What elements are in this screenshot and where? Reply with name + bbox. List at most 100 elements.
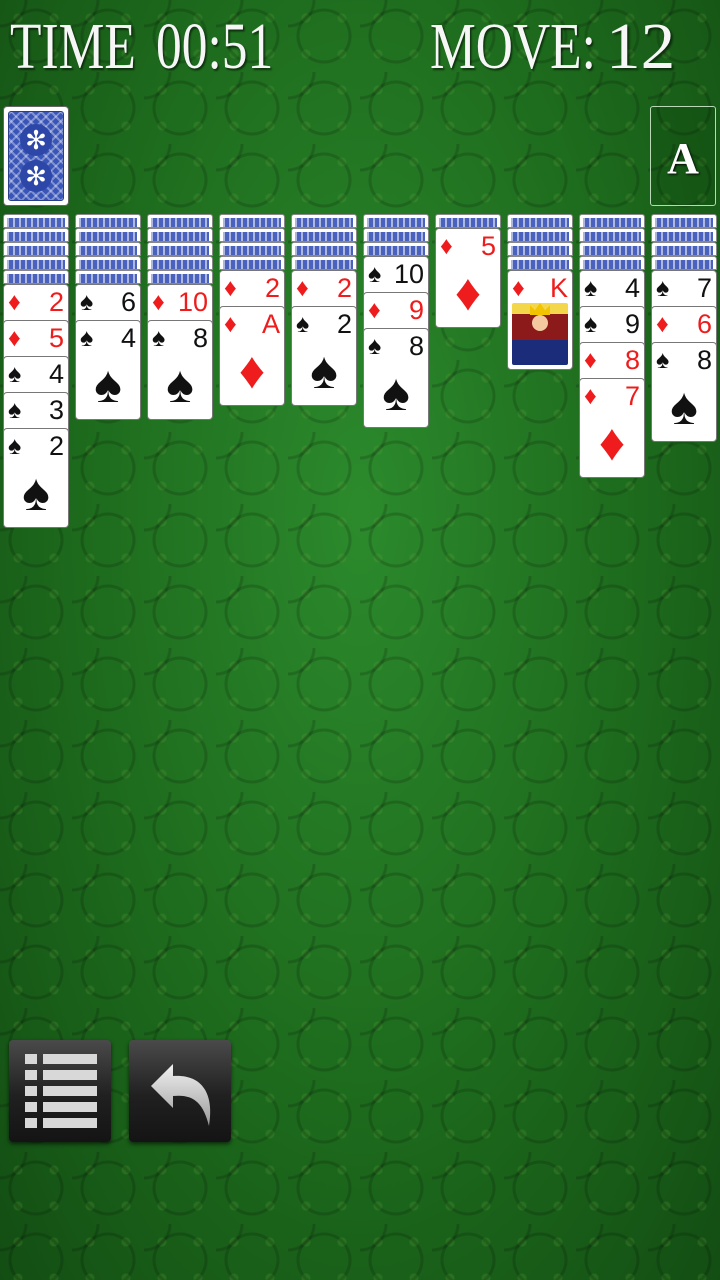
face-down-card xyxy=(291,228,357,242)
move-count: 12 xyxy=(606,10,676,83)
face-down-card xyxy=(579,214,645,228)
face-down-card xyxy=(363,214,429,228)
diamond-icon: ♦ xyxy=(8,288,21,316)
face-down-card xyxy=(363,228,429,242)
spade-large-icon: ♠ xyxy=(382,364,410,422)
diamond-icon: ♦ xyxy=(368,296,381,324)
face-down-card xyxy=(291,214,357,228)
spade-icon: ♠ xyxy=(8,360,22,388)
tableau-column[interactable]: ♠ 10 ♦ 9 ♠ 8 ♠ xyxy=(363,214,429,554)
time-value: 00:51 xyxy=(156,10,274,83)
card-rank: 10 xyxy=(177,287,208,317)
card-rank: 7 xyxy=(696,273,712,303)
playing-card[interactable]: ♠ 8 ♠ xyxy=(147,320,213,420)
playing-card[interactable]: ♦ K xyxy=(507,270,573,370)
face-down-card xyxy=(75,214,141,228)
card-rank: 4 xyxy=(624,273,640,303)
menu-button[interactable] xyxy=(9,1040,111,1142)
spade-icon: ♠ xyxy=(656,346,670,374)
card-rank: 2 xyxy=(336,273,352,303)
face-down-card xyxy=(579,228,645,242)
face-down-card xyxy=(219,242,285,256)
card-rank: 6 xyxy=(120,287,136,317)
face-down-card xyxy=(75,228,141,242)
spade-icon: ♠ xyxy=(656,274,670,302)
face-down-card xyxy=(435,214,501,228)
face-down-card xyxy=(651,242,717,256)
foundation-label: A xyxy=(667,134,699,183)
card-rank: 2 xyxy=(48,287,64,317)
face-down-card xyxy=(507,214,573,228)
card-back[interactable]: ✻ ✻ xyxy=(3,106,69,206)
spade-icon: ♠ xyxy=(80,324,94,352)
playing-card[interactable]: ♠ 2 ♠ xyxy=(3,428,69,528)
card-rank: 4 xyxy=(120,323,136,353)
diamond-icon: ♦ xyxy=(152,288,165,316)
tableau-column[interactable]: ♠ 4 ♠ 9 ♦ 8 ♦ 7 ♦ xyxy=(579,214,645,554)
face-down-card xyxy=(147,256,213,270)
card-rank: A xyxy=(261,309,280,339)
face-down-card xyxy=(219,214,285,228)
spade-icon: ♠ xyxy=(368,260,382,288)
spade-icon: ♠ xyxy=(8,396,22,424)
playing-card[interactable]: ♠ 8 ♠ xyxy=(363,328,429,428)
list-menu-icon xyxy=(25,1054,97,1128)
spade-large-icon: ♠ xyxy=(670,378,698,436)
face-down-card xyxy=(651,228,717,242)
face-down-card xyxy=(651,256,717,270)
tableau-column[interactable]: ♦ K xyxy=(507,214,573,554)
diamond-icon: ♦ xyxy=(8,324,21,352)
card-rank: 9 xyxy=(408,295,424,325)
king-portrait xyxy=(512,303,568,365)
face-down-card xyxy=(3,242,69,256)
foundation-slot: A xyxy=(650,106,716,206)
tableau-column[interactable]: ♠ 6 ♠ 4 ♠ xyxy=(75,214,141,554)
spade-icon: ♠ xyxy=(8,432,22,460)
card-rank: K xyxy=(549,273,568,303)
tableau-column[interactable]: ♦ 2 ♦ A ♦ xyxy=(219,214,285,554)
spade-large-icon: ♠ xyxy=(310,342,338,400)
card-rank: 6 xyxy=(696,309,712,339)
playing-card[interactable]: ♠ 4 ♠ xyxy=(75,320,141,420)
tableau-column[interactable]: ♦ 5 ♦ xyxy=(435,214,501,554)
spade-icon: ♠ xyxy=(584,274,598,302)
face-down-card xyxy=(579,242,645,256)
card-rank: 2 xyxy=(336,309,352,339)
playing-card[interactable]: ♦ A ♦ xyxy=(219,306,285,406)
tableau-column[interactable]: ♠ 7 ♦ 6 ♠ 8 ♠ xyxy=(651,214,717,554)
tableau-column[interactable]: ♦ 2 ♠ 2 ♠ xyxy=(291,214,357,554)
face-down-card xyxy=(507,242,573,256)
undo-button[interactable] xyxy=(129,1040,231,1142)
spade-icon: ♠ xyxy=(584,310,598,338)
face-down-card xyxy=(3,256,69,270)
playing-card[interactable]: ♦ 7 ♦ xyxy=(579,378,645,478)
card-rank: 8 xyxy=(624,345,640,375)
spade-large-icon: ♠ xyxy=(94,356,122,414)
playing-card[interactable]: ♠ 8 ♠ xyxy=(651,342,717,442)
diamond-icon: ♦ xyxy=(512,274,525,302)
card-rank: 5 xyxy=(480,231,496,261)
card-rank: 2 xyxy=(264,273,280,303)
diamond-icon: ♦ xyxy=(224,274,237,302)
tableau-column[interactable]: ♦ 2 ♦ 5 ♠ 4 ♠ 3 ♠ 2 ♠ xyxy=(3,214,69,554)
diamond-large-icon: ♦ xyxy=(454,264,482,322)
diamond-large-icon: ♦ xyxy=(238,342,266,400)
face-down-card xyxy=(3,270,69,284)
time-label: TIME xyxy=(10,10,136,83)
diamond-large-icon: ♦ xyxy=(598,414,626,472)
snowflake-icon: ✻ xyxy=(20,124,52,156)
face-down-card xyxy=(75,242,141,256)
face-down-card xyxy=(291,242,357,256)
diamond-icon: ♦ xyxy=(584,346,597,374)
diamond-icon: ♦ xyxy=(440,232,453,260)
face-down-card xyxy=(147,214,213,228)
playing-card[interactable]: ♦ 5 ♦ xyxy=(435,228,501,328)
playing-card[interactable]: ♠ 2 ♠ xyxy=(291,306,357,406)
card-rank: 4 xyxy=(48,359,64,389)
diamond-icon: ♦ xyxy=(296,274,309,302)
spade-icon: ♠ xyxy=(152,324,166,352)
card-rank: 8 xyxy=(696,345,712,375)
move-label: MOVE: xyxy=(430,10,596,83)
tableau-column[interactable]: ♦ 10 ♠ 8 ♠ xyxy=(147,214,213,554)
stock-pile[interactable]: ✻ ✻ xyxy=(3,106,69,206)
